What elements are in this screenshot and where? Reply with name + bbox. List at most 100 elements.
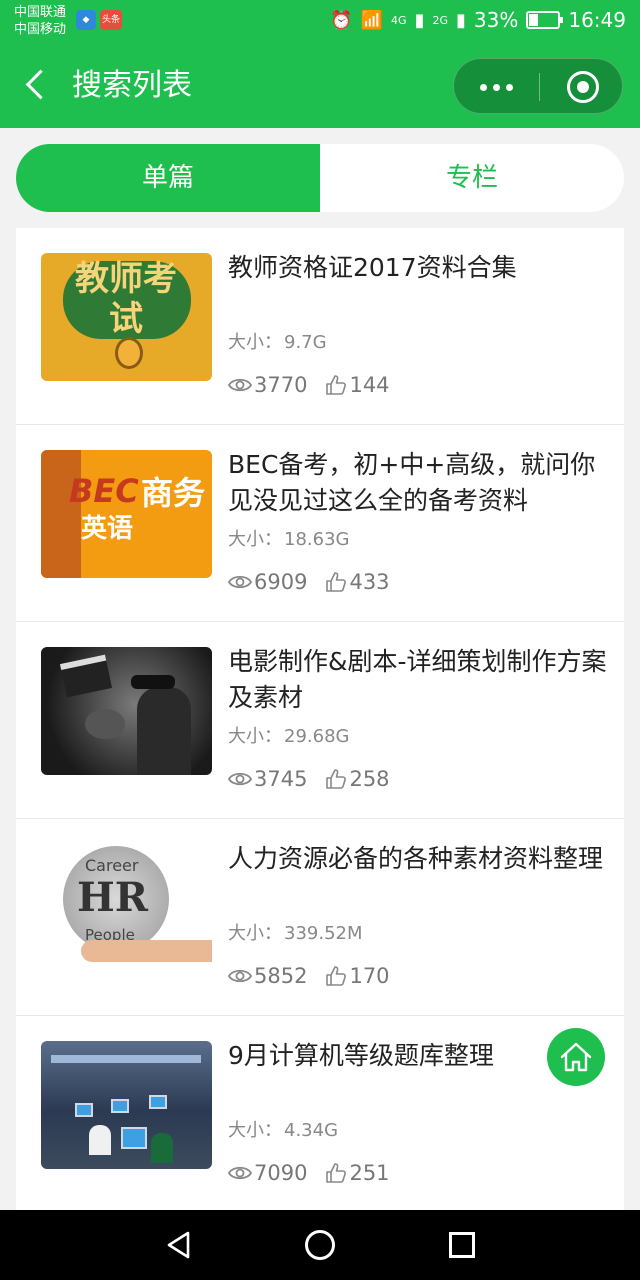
back-arrow-icon[interactable] [22,66,50,104]
thumbnail-text-hr: HR [77,874,149,921]
capsule-divider [539,73,540,101]
eye-icon [228,378,252,392]
segmented-tabs: 单篇 专栏 [16,144,624,212]
nav-recents-icon[interactable] [449,1232,475,1258]
carrier-1: 中国联通 [14,5,67,20]
carrier-2: 中国移动 [14,22,67,37]
hat-graphic [131,675,175,689]
thumbnail-image: 教师考试 [41,253,212,381]
eye-icon [228,575,252,589]
camera-graphic [85,709,125,739]
view-count: 3745 [228,767,307,791]
like-count[interactable]: 258 [325,767,390,791]
list-item[interactable]: BEC 商务 英语 BEC备考，初+中+高级，就问你见没见过这么全的备考资料 大… [16,425,624,622]
thumbnail-text: 教师考试 [75,259,177,339]
like-count-value: 170 [349,964,390,988]
item-stats: 3770 144 [228,373,390,397]
tab-column[interactable]: 专栏 [320,144,624,212]
thumb-up-icon [326,572,347,592]
view-count: 6909 [228,570,307,594]
eye-icon [228,1166,252,1180]
view-count-value: 5852 [254,964,308,988]
page-title: 搜索列表 [72,68,192,103]
wifi-icon: 📶 [360,9,384,31]
view-count: 3770 [228,373,307,397]
battery-percent: 33% [473,8,519,32]
hand-graphic [81,940,212,962]
item-size: 大小： 339.52M [228,919,363,945]
result-list: 教师考试 教师资格证2017资料合集 大小： 9.7G 3770 144 BEC … [16,228,624,1213]
size-value: 9.7G [284,332,327,353]
like-count[interactable]: 433 [325,570,390,594]
view-count-value: 3745 [254,767,308,791]
thumbnail-text-business: 商务 [141,474,206,512]
item-stats: 7090 251 [228,1161,390,1185]
student-graphic [151,1133,173,1163]
like-count-value: 144 [349,373,390,397]
tab-single-article[interactable]: 单篇 [16,144,320,212]
thumbnail-text-bec: BEC [69,472,139,510]
item-stats: 3745 258 [228,767,390,791]
item-title[interactable]: BEC备考，初+中+高级，就问你见没见过这么全的备考资料 [228,447,608,519]
size-label: 大小： [228,923,282,944]
figure-graphic [41,450,81,578]
view-count-value: 6909 [254,570,308,594]
list-item[interactable]: Career HR People 人力资源必备的各种素材资料整理 大小： 339.… [16,819,624,1016]
carrier-info: 中国联通 中国移动 [14,4,66,38]
like-count-value: 433 [349,570,390,594]
item-title[interactable]: 教师资格证2017资料合集 [228,250,608,286]
system-nav-bar [0,1210,640,1280]
nav-back-icon[interactable] [164,1230,194,1260]
signal-icon: ▮ [414,9,425,31]
thumbnail-image [41,1041,212,1169]
battery-icon [526,11,564,29]
thumb-up-icon [326,966,347,986]
list-item[interactable]: 教师考试 教师资格证2017资料合集 大小： 9.7G 3770 144 [16,228,624,425]
list-item[interactable]: 9月计算机等级题库整理 大小： 4.34G 7090 251 [16,1016,624,1213]
thumbnail-image: BEC 商务 英语 [41,450,212,578]
alarm-icon: ⏰ [330,9,353,31]
status-bar: 中国联通 中国移动 ◆ 头条 ⏰ 📶 4G ▮ 2G ▮ 33% 16:49 [0,0,640,44]
thumb-up-icon [326,375,347,395]
like-count-value: 251 [349,1161,390,1185]
like-count[interactable]: 144 [325,373,390,397]
list-item[interactable]: 电影制作&剧本-详细策划制作方案及素材 大小： 29.68G 3745 258 [16,622,624,819]
like-count-value: 258 [349,767,390,791]
eye-icon [228,772,252,786]
ceiling-light-graphic [51,1055,201,1063]
battery-fill [529,14,539,26]
thumb-up-icon [326,1163,347,1183]
item-stats: 5852 170 [228,964,390,988]
nav-home-icon[interactable] [305,1230,335,1260]
student-graphic [89,1125,111,1155]
home-button[interactable] [547,1028,605,1086]
item-size: 大小： 29.68G [228,722,349,748]
director-graphic [137,687,191,775]
like-count[interactable]: 251 [325,1161,390,1185]
target-icon[interactable] [567,71,599,103]
item-title[interactable]: 电影制作&剧本-详细策划制作方案及素材 [228,644,608,716]
view-count: 5852 [228,964,307,988]
signal-icon-2: ▮ [456,9,466,31]
notification-icons: ◆ 头条 [76,10,122,30]
monitor-graphic [149,1095,167,1109]
size-label: 大小： [228,332,282,353]
home-icon [560,1042,592,1072]
shield-icon: ◆ [76,10,96,30]
size-value: 339.52M [284,923,363,944]
size-value: 29.68G [284,726,350,747]
size-label: 大小： [228,529,282,550]
thumbnail-image: Career HR People [41,844,212,972]
item-size: 大小： 4.34G [228,1116,338,1142]
eye-icon [228,969,252,983]
clapperboard-graphic [59,654,113,698]
monitor-graphic [111,1099,129,1113]
item-size: 大小： 9.7G [228,328,327,354]
monitor-graphic [121,1127,147,1149]
item-title[interactable]: 人力资源必备的各种素材资料整理 [228,841,608,877]
size-value: 4.34G [284,1120,339,1141]
status-right: ⏰ 📶 4G ▮ 2G ▮ 33% 16:49 [330,8,626,32]
view-count-value: 7090 [254,1161,308,1185]
more-dots-icon[interactable] [476,77,516,97]
like-count[interactable]: 170 [325,964,390,988]
